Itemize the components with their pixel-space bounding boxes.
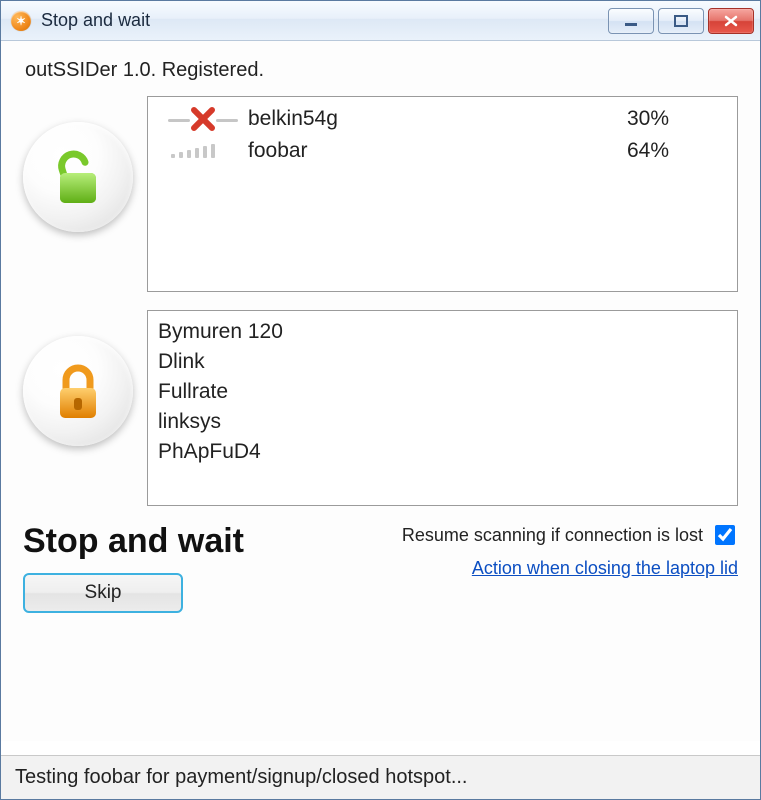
locked-network-item[interactable]: Dlink — [158, 347, 727, 377]
app-window: ✶ Stop and wait outSSIDer 1.0. Registere… — [0, 0, 761, 800]
status-text: Testing foobar for payment/signup/closed… — [15, 766, 468, 788]
footer-left: Stop and wait Skip — [23, 522, 244, 613]
network-percent: 64% — [627, 139, 727, 163]
resume-scanning-checkbox[interactable] — [715, 525, 735, 545]
lock-icon — [50, 360, 106, 422]
unlock-icon — [50, 147, 106, 207]
network-lists: belkin54g30%foobar64% Bym — [23, 96, 738, 506]
resume-scanning-option[interactable]: Resume scanning if connection is lost — [402, 522, 738, 548]
minimize-button[interactable] — [608, 8, 654, 34]
locked-network-item[interactable]: Fullrate — [158, 377, 727, 407]
client-area: outSSIDer 1.0. Registered. — [1, 41, 760, 741]
status-bar: Testing foobar for payment/signup/closed… — [1, 755, 760, 799]
titlebar[interactable]: ✶ Stop and wait — [1, 1, 760, 41]
locked-network-item[interactable]: Bymuren 120 — [158, 317, 727, 347]
network-name: foobar — [248, 139, 627, 163]
locked-network-item[interactable]: linksys — [158, 407, 727, 437]
maximize-icon — [673, 14, 689, 28]
locked-network-item[interactable]: PhApFuD4 — [158, 437, 727, 467]
skip-button[interactable]: Skip — [23, 573, 183, 613]
network-row[interactable]: belkin54g30% — [158, 103, 727, 135]
locked-orb — [23, 336, 133, 446]
window-title: Stop and wait — [41, 10, 608, 31]
network-percent: 30% — [627, 107, 727, 131]
minimize-icon — [623, 15, 639, 27]
footer-area: Stop and wait Skip Resume scanning if co… — [23, 522, 738, 613]
signal-bars-icon — [158, 144, 248, 158]
close-button[interactable] — [708, 8, 754, 34]
close-icon — [723, 14, 739, 28]
status-heading: Stop and wait — [23, 522, 244, 561]
open-networks-row: belkin54g30%foobar64% — [23, 96, 738, 292]
open-orb — [23, 122, 133, 232]
lid-action-link[interactable]: Action when closing the laptop lid — [472, 558, 738, 579]
app-icon: ✶ — [11, 11, 31, 31]
signal-failed-icon — [158, 108, 248, 130]
open-networks-list[interactable]: belkin54g30%foobar64% — [147, 96, 738, 292]
locked-networks-row: Bymuren 120DlinkFullratelinksysPhApFuD4 — [23, 310, 738, 506]
resume-scanning-label: Resume scanning if connection is lost — [402, 525, 703, 546]
footer-right: Resume scanning if connection is lost Ac… — [266, 522, 738, 579]
maximize-button[interactable] — [658, 8, 704, 34]
locked-networks-list[interactable]: Bymuren 120DlinkFullratelinksysPhApFuD4 — [147, 310, 738, 506]
network-name: belkin54g — [248, 107, 627, 131]
registration-text: outSSIDer 1.0. Registered. — [25, 59, 738, 82]
network-row[interactable]: foobar64% — [158, 135, 727, 167]
window-controls — [608, 8, 754, 34]
